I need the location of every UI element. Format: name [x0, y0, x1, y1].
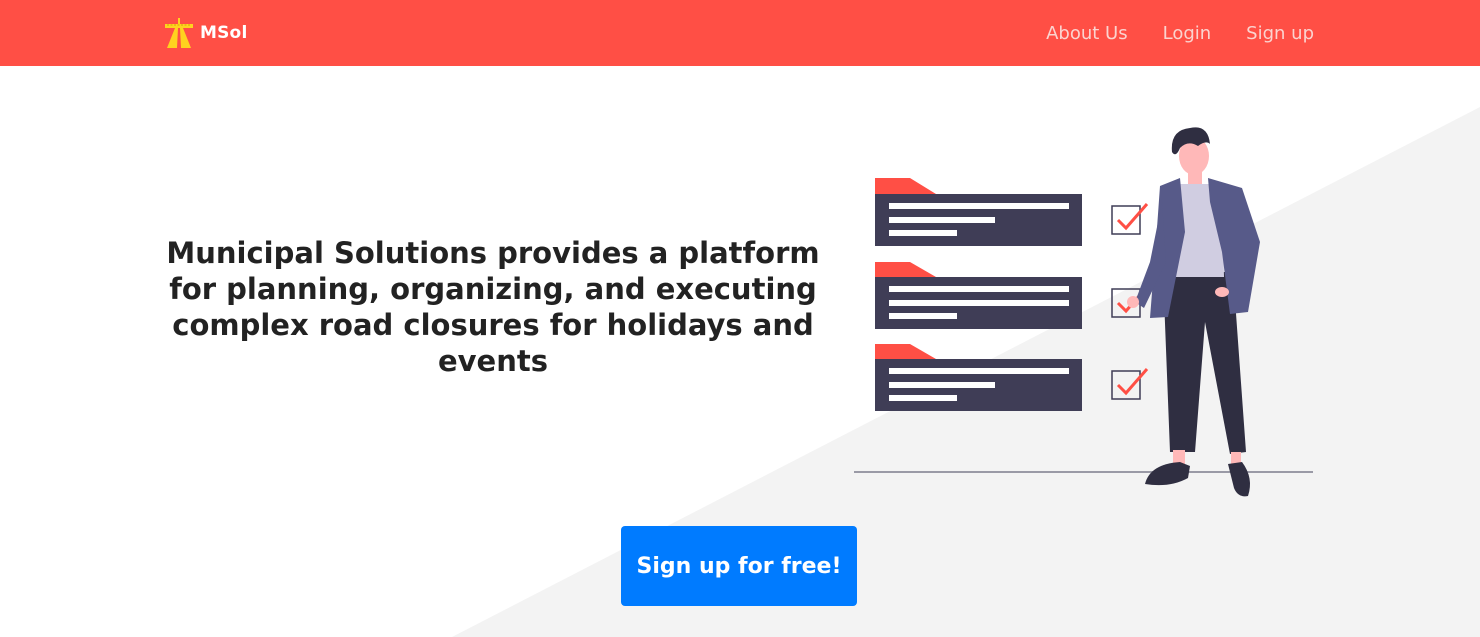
checklist-card-1 — [875, 178, 1082, 246]
person-figure — [1127, 127, 1260, 497]
checklist-card-2 — [875, 262, 1082, 329]
nav-sign-up-link[interactable]: Sign up — [1246, 23, 1314, 44]
landing-page: MSol About Us Login Sign up Municipal So… — [0, 0, 1480, 637]
hero-headline: Municipal Solutions provides a platform … — [166, 236, 820, 378]
checkbox-checked-icon — [1111, 368, 1149, 400]
top-navbar: MSol About Us Login Sign up — [0, 0, 1480, 66]
nav-about-us-link[interactable]: About Us — [1046, 23, 1128, 44]
brand-name: MSol — [200, 23, 248, 43]
nav-links: About Us Login Sign up — [1011, 0, 1314, 66]
checklist-person-icon — [854, 127, 1313, 497]
checkbox-checked-icon — [1111, 203, 1149, 235]
road-icon — [165, 18, 193, 48]
checklist-card-3 — [875, 344, 1082, 411]
nav-login-link[interactable]: Login — [1163, 23, 1212, 44]
brand-link[interactable]: MSol — [165, 17, 247, 49]
sign-up-free-button[interactable]: Sign up for free! — [621, 526, 857, 606]
